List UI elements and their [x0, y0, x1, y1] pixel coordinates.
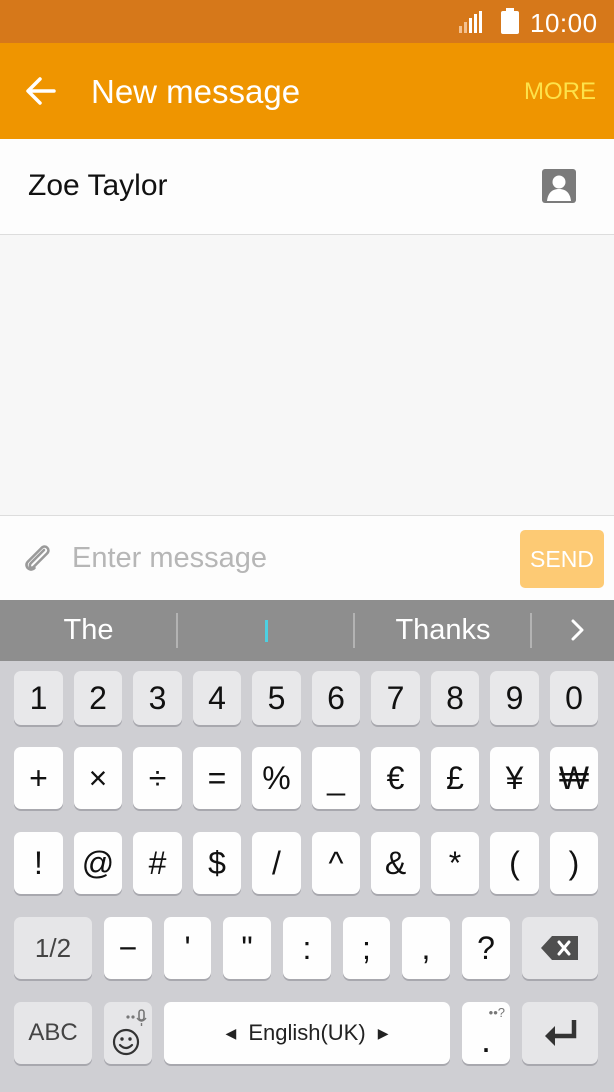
suggestion-bar: The Thanks	[0, 600, 614, 661]
period-label: .	[480, 1019, 491, 1060]
key[interactable]: +	[14, 747, 63, 809]
key[interactable]: ₩	[550, 747, 598, 809]
composer: SEND	[0, 515, 614, 600]
contact-icon[interactable]	[541, 168, 577, 204]
key[interactable]: *	[431, 832, 479, 894]
text-cursor	[264, 619, 268, 642]
signal-icon	[459, 11, 482, 33]
emoji-icon	[112, 1009, 147, 1056]
suggestion-item-current[interactable]	[178, 600, 354, 661]
message-input[interactable]	[72, 538, 502, 578]
page-title: New message	[91, 73, 301, 110]
divider	[530, 613, 532, 648]
period-key[interactable]: . ••?	[462, 1002, 510, 1064]
key[interactable]: 2	[74, 671, 122, 725]
key[interactable]: %	[252, 747, 301, 809]
key[interactable]: "	[223, 917, 271, 979]
suggestion-item[interactable]: Thanks	[355, 600, 531, 661]
key[interactable]: 3	[133, 671, 182, 725]
key[interactable]: ¥	[490, 747, 539, 809]
key[interactable]: ,	[402, 917, 450, 979]
key[interactable]: ÷	[133, 747, 182, 809]
key[interactable]: &	[371, 832, 420, 894]
key[interactable]: (	[490, 832, 539, 894]
key[interactable]: 6	[312, 671, 360, 725]
key[interactable]: £	[431, 747, 479, 809]
key[interactable]: #	[133, 832, 182, 894]
key[interactable]: ×	[74, 747, 122, 809]
paperclip-icon[interactable]	[20, 540, 56, 576]
key[interactable]: 8	[431, 671, 479, 725]
chevron-right-icon[interactable]	[562, 614, 594, 646]
backspace-icon	[541, 936, 578, 960]
key[interactable]: 5	[252, 671, 301, 725]
backspace-key[interactable]	[522, 917, 598, 979]
caret-left-icon: ◀	[225, 1024, 237, 1041]
key[interactable]: $	[193, 832, 241, 894]
abc-key[interactable]: ABC	[14, 1002, 92, 1064]
recipient-field[interactable]: Zoe Taylor	[0, 139, 614, 235]
space-key[interactable]: ◀ English(UK) ▶	[164, 1002, 450, 1064]
key[interactable]: @	[74, 832, 122, 894]
key[interactable]: ^	[312, 832, 360, 894]
key[interactable]: /	[252, 832, 301, 894]
key[interactable]: =	[193, 747, 241, 809]
clock: 10:00	[530, 8, 598, 38]
key[interactable]: )	[550, 832, 598, 894]
key[interactable]: _	[312, 747, 360, 809]
emoji-key[interactable]	[104, 1002, 152, 1064]
key[interactable]: €	[371, 747, 420, 809]
key[interactable]: −	[104, 917, 152, 979]
keyboard: 1 2 3 4 5 6 7 8 9 0 + × ÷ = % _ € £ ¥ ₩ …	[0, 661, 614, 1092]
message-thread	[0, 236, 614, 515]
key[interactable]: 7	[371, 671, 420, 725]
key[interactable]: ;	[343, 917, 390, 979]
recipient-name: Zoe Taylor	[28, 169, 168, 202]
key[interactable]: 1	[14, 671, 63, 725]
key[interactable]: !	[14, 832, 63, 894]
key[interactable]: 4	[193, 671, 241, 725]
more-button[interactable]: MORE	[524, 78, 596, 106]
key[interactable]: :	[283, 917, 331, 979]
key[interactable]: '	[164, 917, 211, 979]
enter-icon	[545, 1020, 577, 1046]
alt-chars-hint: ••?	[488, 1005, 505, 1020]
enter-key[interactable]	[522, 1002, 598, 1064]
battery-icon	[501, 8, 519, 34]
send-button[interactable]: SEND	[520, 530, 604, 588]
status-bar: 10:00	[0, 0, 614, 43]
key[interactable]: 9	[490, 671, 539, 725]
app-bar: New message MORE	[0, 43, 614, 139]
symbol-page-key[interactable]: 1/2	[14, 917, 92, 979]
key[interactable]: 0	[550, 671, 598, 725]
key[interactable]: ?	[462, 917, 510, 979]
suggestion-item[interactable]: The	[0, 600, 177, 661]
caret-right-icon: ▶	[377, 1024, 389, 1041]
arrow-left-icon[interactable]	[24, 74, 58, 108]
language-label: English(UK)	[248, 1020, 366, 1045]
